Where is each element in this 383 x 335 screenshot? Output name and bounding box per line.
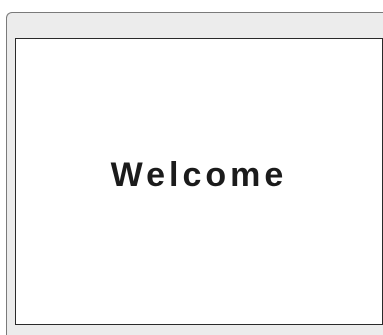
content-panel: Welcome bbox=[15, 38, 383, 325]
welcome-heading: Welcome bbox=[110, 155, 288, 194]
app-window: Welcome bbox=[6, 12, 383, 335]
window-title-bar[interactable] bbox=[7, 13, 383, 37]
window-bottom-edge bbox=[7, 325, 383, 335]
